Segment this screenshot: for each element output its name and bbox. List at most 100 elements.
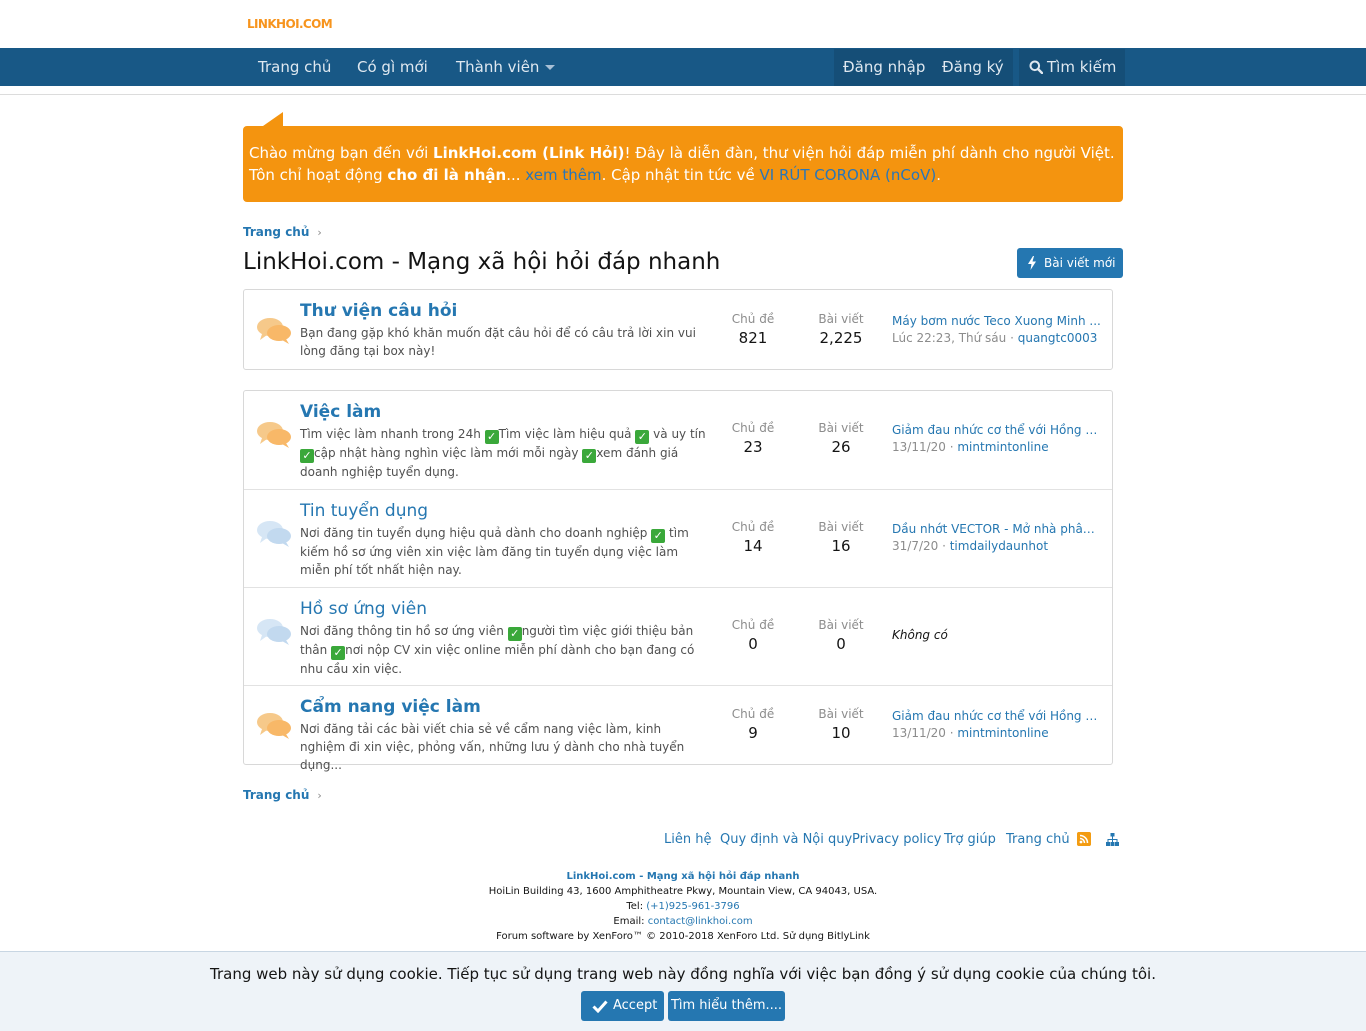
notice-text: . — [936, 166, 941, 184]
login-button[interactable]: Đăng nhập — [834, 49, 935, 86]
learn-more-button[interactable]: Tìm hiểu thêm.... — [668, 991, 785, 1021]
post-count: Bài viết 2,225 — [806, 312, 876, 347]
post-count: Bài viết 26 — [806, 421, 876, 456]
forum-node[interactable]: Hồ sơ ứng viên Nơi đăng thông tin hồ sơ … — [244, 587, 1112, 685]
welcome-notice: Chào mừng bạn đến với LinkHoi.com (Link … — [243, 112, 1123, 202]
nav-whats-new[interactable]: Có gì mới — [357, 48, 428, 86]
breadcrumb-home[interactable]: Trang chủ — [243, 225, 309, 239]
chevron-down-icon[interactable] — [545, 65, 556, 70]
forum-title[interactable]: Tin tuyển dụng — [300, 501, 428, 521]
accept-cookie-button[interactable]: Accept — [581, 991, 664, 1021]
last-post-user[interactable]: mintmintonline — [957, 726, 1048, 740]
notice-brand: LinkHoi.com (Link Hỏi) — [433, 144, 625, 162]
email-link[interactable]: contact@linkhoi.com — [648, 916, 753, 927]
sitemap-icon[interactable] — [1106, 833, 1119, 846]
forum-node[interactable]: Tin tuyển dụng Nơi đăng tin tuyển dụng h… — [244, 489, 1112, 587]
stat-label: Bài viết — [818, 520, 864, 534]
forum-category-jobs: Việc làm Tìm việc làm nhanh trong 24h ✓ T… — [243, 390, 1113, 772]
desc-text: nơi nộp CV xin việc online miễn phí dành… — [300, 643, 695, 676]
last-post-meta: 31/7/20 · timdailydaunhot — [892, 539, 1049, 553]
last-post-title[interactable]: Máy bơm nước Teco Xuong Minh ... — [892, 314, 1102, 328]
site-header: LINKHOI.COM — [0, 0, 1366, 48]
post-count: Bài viết 0 — [806, 618, 876, 653]
desc-text: Tìm việc làm nhanh trong 24h — [300, 427, 485, 441]
thread-count: Chủ đề 14 — [718, 520, 788, 555]
stat-value: 16 — [831, 537, 851, 555]
last-post-date: Lúc 22:23, Thứ sáu — [892, 331, 1007, 345]
footer-email: Email: contact@linkhoi.com — [0, 914, 1366, 929]
last-post-user[interactable]: quangtc0003 — [1018, 331, 1098, 345]
stat-value: 0 — [836, 635, 846, 653]
footer-rules-link[interactable]: Quy định và Nội quy — [720, 832, 852, 847]
last-post: Máy bơm nước Teco Xuong Minh ... Lúc 22:… — [892, 314, 1102, 345]
checkmark-icon: ✓ — [635, 430, 650, 444]
footer-home-link[interactable]: Trang chủ — [1006, 832, 1070, 847]
last-post-title[interactable]: Giảm đau nhức cơ thể với Hồng q... — [892, 423, 1102, 437]
stat-value: 0 — [748, 635, 758, 653]
rss-icon[interactable] — [1077, 832, 1091, 846]
stat-value: 23 — [743, 438, 763, 456]
search-button[interactable]: Tìm kiếm — [1019, 49, 1126, 86]
email-label: Email: — [613, 916, 648, 927]
footer-address: HoiLin Building 43, 1600 Amphitheatre Pk… — [488, 886, 878, 897]
thread-count: Chủ đề 0 — [718, 618, 788, 653]
forum-node[interactable]: Cẩm nang việc làm Nơi đăng tải các bài v… — [244, 685, 1112, 772]
last-post-meta: Lúc 22:23, Thứ sáu · quangtc0003 — [892, 331, 1098, 345]
last-post-title[interactable]: Giảm đau nhức cơ thể với Hồng q... — [892, 709, 1102, 723]
last-post: Giảm đau nhức cơ thể với Hồng q... 13/11… — [892, 709, 1102, 740]
stat-value: 10 — [831, 724, 851, 742]
stat-label: Bài viết — [818, 421, 864, 435]
chat-bubbles-icon — [257, 422, 291, 448]
forum-description: Nơi đăng tin tuyển dụng hiệu quả dành ch… — [300, 524, 710, 579]
breadcrumb: Trang chủ › — [243, 225, 322, 239]
footer-privacy-link[interactable]: Privacy policy — [852, 832, 941, 847]
forum-title[interactable]: Cẩm nang việc làm — [300, 697, 481, 717]
forum-description: Nơi đăng thông tin hồ sơ ứng viên ✓ người… — [300, 622, 710, 678]
footer-help-link[interactable]: Trợ giúp — [944, 832, 996, 847]
notice-flag — [263, 112, 283, 126]
forum-node[interactable]: Việc làm Tìm việc làm nhanh trong 24h ✓ T… — [244, 391, 1112, 489]
register-button[interactable]: Đăng ký — [933, 49, 1013, 86]
checkmark-icon: ✓ — [507, 627, 522, 641]
notice-corona-link[interactable]: VI RÚT CORONA (nCoV) — [760, 166, 937, 184]
stat-label: Chủ đề — [731, 520, 775, 534]
tel-link[interactable]: (+1)925-961-3796 — [646, 901, 739, 912]
post-count: Bài viết 16 — [806, 520, 876, 555]
last-post-title[interactable]: Dầu nhớt VECTOR - Mở nhà phân ... — [892, 522, 1102, 536]
nav-members[interactable]: Thành viên — [456, 48, 556, 86]
chat-bubbles-icon — [257, 619, 291, 645]
site-logo[interactable]: LINKHOI.COM — [247, 17, 333, 31]
last-post-user[interactable]: timdailydaunhot — [950, 539, 1048, 553]
stat-label: Chủ đề — [731, 618, 775, 632]
thread-count: Chủ đề 821 — [718, 312, 788, 347]
forum-title[interactable]: Hồ sơ ứng viên — [300, 599, 427, 619]
checkmark-icon: ✓ — [484, 430, 499, 444]
forum-description: Nơi đăng tải các bài viết chia sẻ về cẩm… — [300, 722, 685, 772]
stat-value: 821 — [738, 329, 768, 347]
forum-title[interactable]: Thư viện câu hỏi — [300, 301, 457, 321]
last-post-meta: 13/11/20 · mintmintonline — [892, 726, 1049, 740]
forum-title[interactable]: Việc làm — [300, 402, 381, 422]
checkmark-icon — [592, 1000, 608, 1013]
chat-bubbles-icon — [257, 521, 291, 547]
nav-home[interactable]: Trang chủ — [258, 48, 331, 86]
breadcrumb-home[interactable]: Trang chủ — [243, 788, 309, 802]
forum-description: Bạn đang gặp khó khăn muốn đặt câu hỏi đ… — [300, 326, 696, 358]
notice-text: . Cập nhật tin tức về — [601, 166, 760, 184]
last-post-user[interactable]: mintmintonline — [957, 440, 1048, 454]
footer-contact-link[interactable]: Liên hệ — [664, 832, 711, 847]
no-last-post: Không có — [892, 628, 948, 642]
post-count: Bài viết 10 — [806, 707, 876, 742]
last-post-date: 31/7/20 — [892, 539, 939, 553]
forum-node[interactable]: Thư viện câu hỏi Bạn đang gặp khó khăn m… — [244, 290, 1112, 369]
desc-text: Nơi đăng thông tin hồ sơ ứng viên — [300, 624, 508, 638]
notice-read-more-link[interactable]: xem thêm — [525, 166, 601, 184]
notice-text: Chào mừng bạn đến với — [249, 144, 434, 162]
stat-label: Bài viết — [818, 618, 864, 632]
stat-value: 26 — [831, 438, 851, 456]
notice-text: ... — [506, 166, 526, 184]
cookie-message: Trang web này sử dụng cookie. Tiếp tục s… — [210, 965, 1156, 983]
header-divider — [0, 94, 1366, 96]
new-post-button[interactable]: Bài viết mới — [1017, 248, 1123, 278]
page-title: LinkHoi.com - Mạng xã hội hỏi đáp nhanh — [243, 249, 721, 275]
